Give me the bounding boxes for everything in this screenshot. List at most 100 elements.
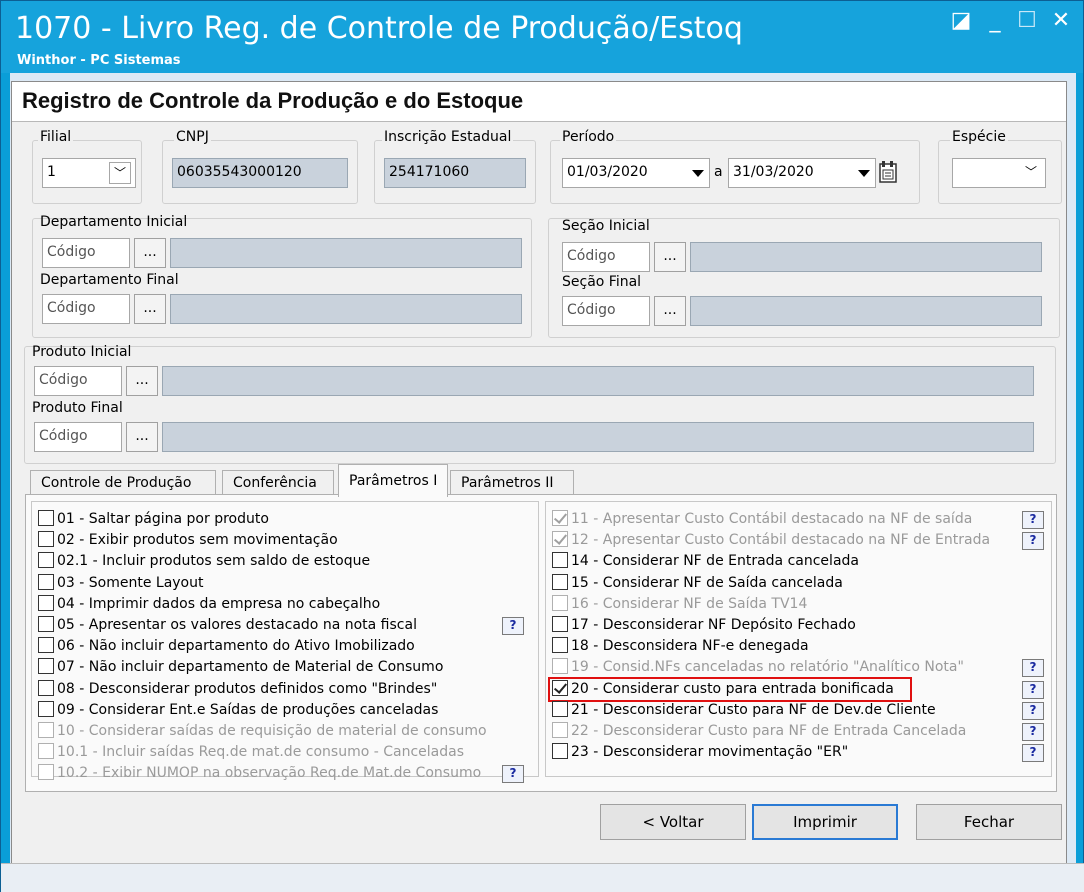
right-option[interactable]: 18 - Desconsidera NF-e denegada xyxy=(552,637,809,657)
left-option[interactable]: 08 - Desconsiderar produtos definidos co… xyxy=(38,679,437,700)
close-button-label: Fechar xyxy=(963,813,1015,831)
checkbox[interactable] xyxy=(552,616,568,632)
close-button[interactable]: Fechar xyxy=(916,804,1062,840)
help-icon[interactable]: ? xyxy=(502,617,524,635)
tab-conferencia[interactable]: Conferência xyxy=(222,470,334,496)
checkbox[interactable] xyxy=(38,573,54,590)
checkbox[interactable] xyxy=(552,637,568,654)
help-icon[interactable]: ? xyxy=(1022,701,1044,720)
help-icon[interactable]: ? xyxy=(1022,659,1044,678)
right-option[interactable]: 21 - Desconsiderar Custo para NF de Dev.… xyxy=(552,700,936,721)
minimize-button[interactable]: _ xyxy=(979,7,1011,35)
left-option[interactable]: 01 - Saltar página por produto xyxy=(38,510,269,530)
chevron-down-icon[interactable]: ﹀ xyxy=(109,162,131,184)
help-icon[interactable]: ? xyxy=(1022,680,1044,699)
restore-icon[interactable]: ◪ xyxy=(945,7,977,35)
date-dropdown-icon[interactable] xyxy=(692,170,704,177)
departamento-final-search-button[interactable]: ... xyxy=(134,294,166,324)
calendar-icon[interactable] xyxy=(878,160,900,184)
right-option[interactable]: 15 - Considerar NF de Saída cancelada xyxy=(552,573,843,594)
secao-inicial-search-button[interactable]: ... xyxy=(654,242,686,272)
option-label: 17 - Desconsiderar NF Depósito Fechado xyxy=(571,617,856,633)
left-option[interactable]: 04 - Imprimir dados da empresa no cabeça… xyxy=(38,594,380,615)
main-panel: Registro de Controle da Produção e do Es… xyxy=(11,81,1067,871)
ie-field[interactable]: 254171060 xyxy=(384,158,526,188)
checkbox[interactable] xyxy=(38,531,54,548)
produto-final-search-button[interactable]: ... xyxy=(126,422,158,452)
checkbox xyxy=(552,594,568,611)
help-icon[interactable]: ? xyxy=(1022,511,1044,529)
chevron-down-icon[interactable]: ﹀ xyxy=(1020,162,1042,184)
print-button-label: Imprimir xyxy=(793,813,857,831)
right-option[interactable]: 17 - Desconsiderar NF Depósito Fechado xyxy=(552,616,856,636)
left-option[interactable]: 09 - Considerar Ent.e Saídas de produçõe… xyxy=(38,700,438,721)
back-button[interactable]: < Voltar xyxy=(600,804,746,840)
periodo-end-value: 31/03/2020 xyxy=(733,164,814,180)
periodo-end-field[interactable]: 31/03/2020 xyxy=(728,158,876,188)
checkbox[interactable] xyxy=(38,679,54,696)
option-label: 18 - Desconsidera NF-e denegada xyxy=(571,638,809,655)
checkbox[interactable] xyxy=(552,743,568,760)
right-option: 22 - Desconsiderar Custo para NF de Entr… xyxy=(552,722,966,742)
tab-parametros-i[interactable]: Parâmetros I xyxy=(338,464,448,497)
left-option[interactable]: 07 - Não incluir departamento de Materia… xyxy=(38,658,443,678)
help-icon[interactable]: ? xyxy=(502,765,524,784)
periodo-start-field[interactable]: 01/03/2020 xyxy=(562,158,710,188)
secao-final-code-input[interactable]: Código xyxy=(562,296,650,326)
print-button[interactable]: Imprimir xyxy=(752,804,898,840)
departamento-final-code-input[interactable]: Código xyxy=(42,294,130,324)
left-option[interactable]: 02.1 - Incluir produtos sem saldo de est… xyxy=(38,552,370,572)
right-options-group: 11 - Apresentar Custo Contábil destacado… xyxy=(545,501,1052,777)
departamento-inicial-code-input[interactable]: Código xyxy=(42,238,130,268)
checkbox[interactable] xyxy=(38,510,54,526)
help-icon[interactable]: ? xyxy=(1022,532,1044,551)
left-option[interactable]: 06 - Não incluir departamento do Ativo I… xyxy=(38,637,415,657)
checkbox xyxy=(552,531,568,548)
departamento-inicial-label: Departamento Inicial xyxy=(40,214,188,230)
cnpj-field[interactable]: 06035543000120 xyxy=(172,158,348,188)
checkbox xyxy=(38,722,54,738)
produto-inicial-code-input[interactable]: Código xyxy=(34,366,122,396)
periodo-start-value: 01/03/2020 xyxy=(567,164,648,180)
produto-inicial-search-button[interactable]: ... xyxy=(126,366,158,396)
title-bar: 1070 - Livro Reg. de Controle de Produçã… xyxy=(1,1,1083,73)
checkbox xyxy=(38,764,54,781)
secao-inicial-code-input[interactable]: Código xyxy=(562,242,650,272)
departamento-final-description xyxy=(170,294,522,324)
checkbox[interactable] xyxy=(38,616,54,632)
window-body: Registro de Controle da Produção e do Es… xyxy=(10,73,1076,883)
checkbox[interactable] xyxy=(38,700,54,717)
option-label: 14 - Considerar NF de Entrada cancelada xyxy=(571,553,859,570)
tab-parametros-ii[interactable]: Parâmetros II xyxy=(450,470,574,496)
maximize-button[interactable]: ☐ xyxy=(1011,7,1043,35)
checkbox[interactable] xyxy=(38,637,54,654)
produto-final-code-input[interactable]: Código xyxy=(34,422,122,452)
departamento-inicial-search-button[interactable]: ... xyxy=(134,238,166,268)
secao-final-search-button[interactable]: ... xyxy=(654,296,686,326)
help-icon[interactable]: ? xyxy=(1022,723,1044,741)
tab-controle-producao[interactable]: Controle de Produção xyxy=(30,470,216,496)
right-option: 11 - Apresentar Custo Contábil destacado… xyxy=(552,510,972,530)
page-title: Registro de Controle da Produção e do Es… xyxy=(22,88,524,113)
left-option[interactable]: 03 - Somente Layout xyxy=(38,573,204,594)
left-option: 10.1 - Incluir saídas Req.de mat.de cons… xyxy=(38,743,464,763)
checkbox[interactable] xyxy=(552,700,568,717)
option-label: 10 - Considerar saídas de requisição de … xyxy=(57,723,487,739)
checkbox[interactable] xyxy=(552,552,568,569)
checkbox[interactable] xyxy=(38,658,54,675)
checkbox[interactable] xyxy=(552,573,568,590)
date-dropdown-icon[interactable] xyxy=(858,170,870,177)
right-option[interactable]: 23 - Desconsiderar movimentação "ER" xyxy=(552,743,848,763)
help-icon[interactable]: ? xyxy=(1022,744,1044,763)
left-option[interactable]: 05 - Apresentar os valores destacado na … xyxy=(38,616,417,636)
left-option[interactable]: 02 - Exibir produtos sem movimentação xyxy=(38,531,338,551)
option-label: 12 - Apresentar Custo Contábil destacado… xyxy=(571,532,991,549)
checkbox[interactable] xyxy=(38,594,54,611)
right-option[interactable]: 14 - Considerar NF de Entrada cancelada xyxy=(552,552,859,572)
option-label: 07 - Não incluir departamento de Materia… xyxy=(57,659,444,676)
departamento-inicial-description xyxy=(170,238,522,268)
close-window-button[interactable]: ✕ xyxy=(1045,7,1077,35)
left-options-group: 01 - Saltar página por produto 02 - Exibi… xyxy=(31,501,539,784)
option-label: 02 - Exibir produtos sem movimentação xyxy=(57,532,338,549)
checkbox[interactable] xyxy=(38,552,54,569)
